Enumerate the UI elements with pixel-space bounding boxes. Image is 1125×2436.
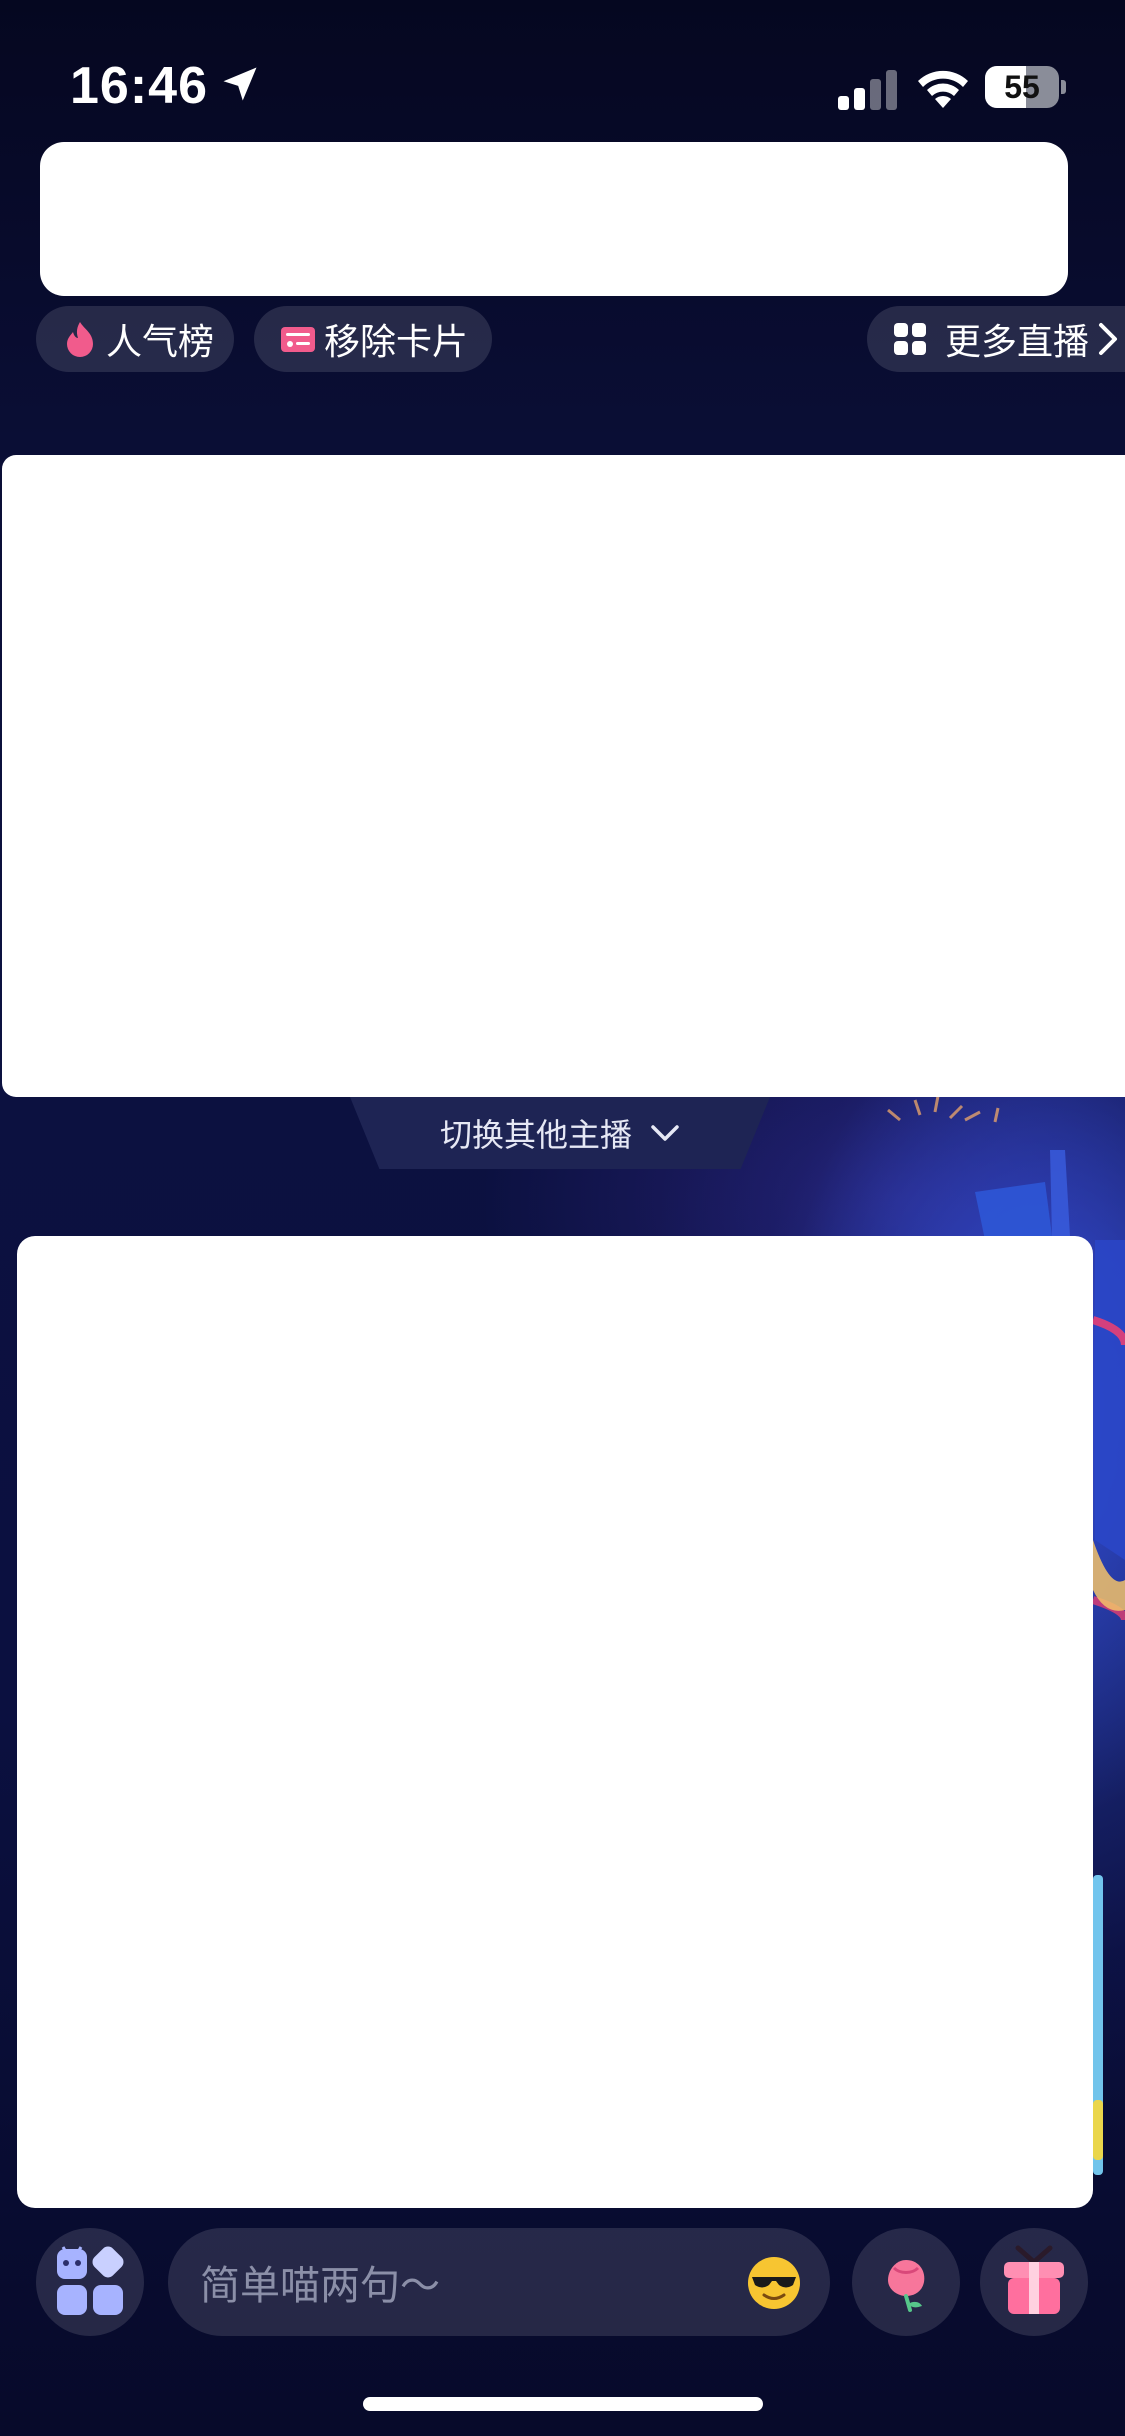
flower-gift-icon [888, 2260, 925, 2312]
remove-card-button[interactable]: 移除卡片 [254, 306, 492, 372]
cellular-signal-icon [838, 70, 897, 110]
status-bar: 16:46 55 [0, 0, 1125, 140]
remove-card-label: 移除卡片 [324, 322, 469, 363]
flower-gift-button[interactable] [852, 2228, 960, 2336]
apps-grid-icon [57, 2246, 124, 2315]
battery-icon: 55 [985, 66, 1066, 108]
live-room-screen: 16:46 55 人气榜 移除卡片 更多直播 切换其他主播 简单喵两句～ [0, 0, 1125, 2436]
battery-level: 55 [1004, 69, 1040, 105]
chevron-right-icon [1099, 323, 1118, 355]
wifi-icon [918, 70, 968, 108]
gift-button[interactable] [980, 2228, 1088, 2336]
switch-anchor-label: 切换其他主播 [439, 1116, 632, 1154]
gift-box-icon [1004, 2245, 1064, 2314]
chevron-down-icon [651, 1125, 679, 1141]
sunglasses-emoji-icon[interactable] [746, 2255, 802, 2311]
top-banner-panel[interactable] [40, 142, 1068, 296]
location-arrow-icon [223, 67, 257, 101]
home-indicator[interactable] [363, 2397, 763, 2411]
popularity-rank-button[interactable]: 人气榜 [36, 306, 234, 372]
switch-anchor-button[interactable]: 切换其他主播 [350, 1097, 770, 1169]
more-live-label: 更多直播 [945, 322, 1090, 363]
flame-icon [67, 322, 93, 357]
live-video-panel[interactable] [2, 455, 1125, 1097]
apps-button[interactable] [36, 2228, 144, 2336]
popularity-rank-label: 人气榜 [106, 322, 215, 363]
more-live-button[interactable]: 更多直播 [867, 306, 1125, 372]
card-icon [281, 327, 315, 352]
status-time: 16:46 [70, 57, 208, 115]
chat-area-panel[interactable] [17, 1236, 1093, 2208]
bottom-bar: 简单喵两句～ [0, 2220, 1125, 2340]
grid-icon [894, 323, 926, 355]
chat-input-placeholder: 简单喵两句～ [200, 2263, 440, 2309]
chat-input[interactable]: 简单喵两句～ [168, 2228, 830, 2336]
